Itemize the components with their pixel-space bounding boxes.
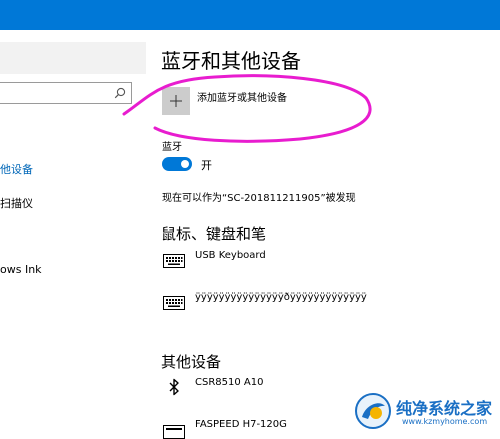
sidebar-home-row[interactable] [0, 42, 146, 74]
device-faspeed[interactable]: FASPEED H7-120G [195, 419, 287, 430]
watermark-url: www.kzmyhome.com [402, 417, 488, 426]
other-devices-section-title: 其他设备 [161, 353, 222, 371]
bluetooth-icon [169, 378, 179, 396]
add-device-label[interactable]: 添加蓝牙或其他设备 [197, 89, 287, 104]
search-icon[interactable] [113, 86, 127, 100]
sidebar-item-bluetooth-devices[interactable]: 他设备 [0, 161, 33, 177]
keyboard-icon [163, 296, 185, 310]
device-unknown-keyboard[interactable]: ÿÿÿÿÿÿÿÿÿÿÿÿÿÿÿðÿÿÿÿÿÿÿÿÿÿÿÿÿ [195, 292, 367, 303]
watermark-title: 纯净系统之家 [396, 399, 493, 418]
bluetooth-label: 蓝牙 [162, 142, 182, 153]
device-csr8510[interactable]: CSR8510 A10 [195, 377, 263, 388]
window-title-bar [0, 0, 500, 30]
watermark: 纯净系统之家 www.kzmyhome.com [350, 390, 500, 433]
bluetooth-toggle-state: 开 [201, 159, 212, 172]
sidebar: 他设备 扫描仪 ows Ink [0, 30, 148, 433]
mouse-keyboard-section-title: 鼠标、键盘和笔 [161, 225, 267, 243]
sidebar-item-windows-ink[interactable]: ows Ink [0, 263, 42, 276]
page-title: 蓝牙和其他设备 [161, 49, 301, 73]
plus-icon [170, 95, 182, 107]
watermark-logo-icon [355, 393, 391, 429]
search-input[interactable] [0, 82, 132, 104]
add-device-button[interactable] [162, 87, 190, 115]
device-usb-keyboard[interactable]: USB Keyboard [195, 250, 266, 261]
keyboard-icon [163, 254, 185, 268]
bluetooth-toggle[interactable] [162, 157, 192, 171]
toggle-knob [181, 160, 189, 168]
sidebar-item-scanners[interactable]: 扫描仪 [0, 195, 33, 211]
discoverable-text: 现在可以作为“SC-201811211905”被发现 [162, 193, 356, 204]
drive-icon [163, 425, 185, 439]
